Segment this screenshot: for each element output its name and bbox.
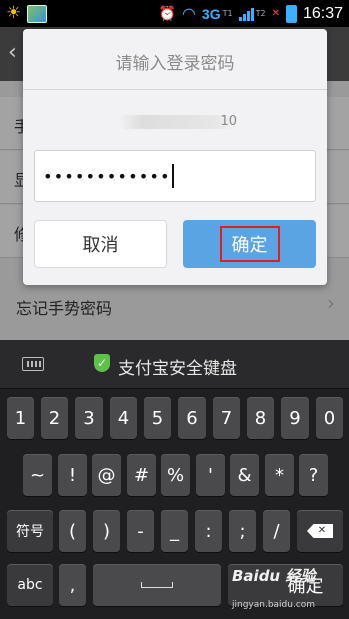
key-tilde[interactable]: ~	[23, 454, 52, 496]
gallery-icon	[27, 4, 48, 23]
key-colon[interactable]: :	[195, 510, 222, 552]
forgot-gesture-password-item[interactable]: 忘记手势密码	[16, 295, 112, 319]
back-arrow-icon: ‹	[8, 40, 17, 65]
key-exclamation[interactable]: !	[58, 454, 87, 496]
space-icon	[141, 582, 173, 588]
text-caret	[171, 164, 174, 188]
confirm-button[interactable]: 确定	[183, 220, 316, 268]
key-hyphen[interactable]: -	[127, 510, 154, 552]
key-1[interactable]: 1	[7, 397, 34, 439]
signal-strength-icon	[238, 7, 254, 21]
key-8[interactable]: 8	[247, 397, 274, 439]
masked-account-name: 10	[119, 115, 237, 129]
no-signal-icon: ✕	[271, 8, 280, 19]
cancel-button-label: 取消	[82, 235, 119, 256]
key-ampersand[interactable]: &	[230, 454, 259, 496]
baidu-watermark: Baidu 经验	[232, 567, 316, 585]
key-asterisk[interactable]: *	[265, 454, 294, 496]
backspace-icon: ✕	[307, 524, 333, 538]
key-right-paren[interactable]: )	[93, 510, 120, 552]
battery-icon	[285, 4, 297, 23]
key-question[interactable]: ?	[299, 454, 328, 496]
key-apostrophe[interactable]: '	[196, 454, 225, 496]
network-type: 3G	[201, 5, 221, 22]
clock-time: 16:37	[302, 4, 343, 22]
confirm-button-label: 确定	[219, 226, 280, 262]
status-bar: ☀ ⏰ ◠ 3G T1 T2 ✕ 16:37	[0, 0, 349, 27]
weather-sun-icon: ☀	[6, 3, 22, 23]
key-4[interactable]: 4	[110, 397, 137, 439]
chevron-right-icon: ›	[327, 291, 335, 315]
key-percent[interactable]: %	[161, 454, 190, 496]
key-at[interactable]: @	[92, 454, 121, 496]
key-3[interactable]: 3	[75, 397, 103, 439]
password-dialog: 请输入登录密码 10 •••••••••••• 取消 确定	[23, 29, 327, 285]
key-hash[interactable]: #	[127, 454, 156, 496]
key-slash[interactable]: /	[263, 510, 290, 552]
password-input[interactable]: ••••••••••••	[34, 150, 316, 202]
key-0[interactable]: 0	[316, 397, 343, 439]
sim1-label: T1	[222, 9, 233, 18]
shield-check-icon: ✓	[94, 354, 110, 372]
watermark-url: jingyan.baidu.com	[232, 600, 316, 610]
alipay-secure-keyboard: ✓ 支付宝安全键盘 1 2 3 4 5 6 7 8 9 0 ~ ! @ # % …	[0, 340, 349, 619]
wifi-icon: ◠	[181, 3, 196, 23]
dialog-divider	[23, 89, 327, 90]
key-5[interactable]: 5	[144, 397, 171, 439]
key-comma[interactable]: ,	[59, 564, 86, 606]
abc-switch-key[interactable]: abc	[7, 564, 53, 606]
space-key[interactable]	[93, 564, 221, 606]
key-7[interactable]: 7	[213, 397, 240, 439]
key-left-paren[interactable]: (	[59, 510, 86, 552]
keyboard-header: ✓ 支付宝安全键盘	[0, 340, 349, 389]
key-6[interactable]: 6	[178, 397, 206, 439]
backspace-key[interactable]: ✕	[297, 510, 343, 552]
key-semicolon[interactable]: ;	[229, 510, 256, 552]
keyboard-title: 支付宝安全键盘	[118, 359, 237, 379]
password-mask: ••••••••••••	[43, 166, 171, 186]
symbol-switch-key[interactable]: 符号	[7, 510, 53, 552]
cancel-button[interactable]: 取消	[34, 220, 167, 268]
alarm-clock-icon: ⏰	[158, 5, 176, 22]
key-9[interactable]: 9	[281, 397, 309, 439]
keyboard-icon[interactable]	[22, 357, 44, 371]
sim2-label: T2	[255, 9, 266, 18]
dialog-title: 请输入登录密码	[115, 54, 235, 74]
key-underscore[interactable]: _	[161, 510, 188, 552]
key-2[interactable]: 2	[41, 397, 68, 439]
